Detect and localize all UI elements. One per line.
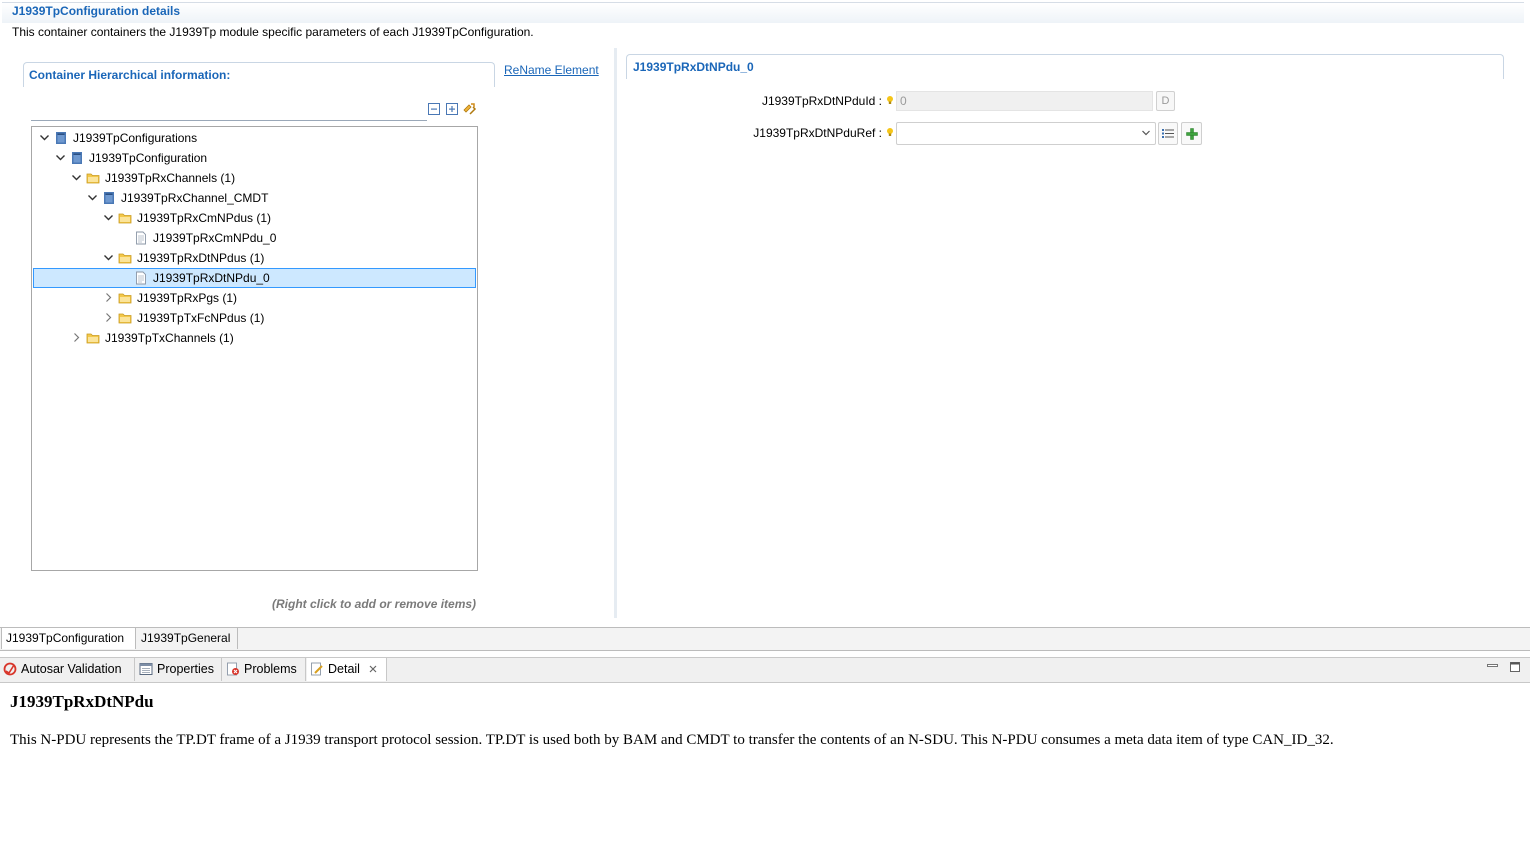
npduid-label: J1939TpRxDtNPduId : <box>761 94 882 108</box>
tree-node-j1939tprxcmnpdus[interactable]: J1939TpRxCmNPdus (1) <box>33 208 476 228</box>
sync-icon[interactable] <box>462 101 477 116</box>
chevron-down-icon[interactable] <box>1141 128 1151 138</box>
tree-node-j1939tprxdtnpdus[interactable]: J1939TpRxDtNPdus (1) <box>33 248 476 268</box>
collapse-all-icon[interactable] <box>428 103 440 115</box>
chevron-down-icon[interactable] <box>55 152 66 163</box>
folder-icon <box>118 253 132 264</box>
chevron-down-icon[interactable] <box>39 132 50 143</box>
close-icon[interactable] <box>368 664 378 674</box>
tree-node-j1939tptxfcnpdus[interactable]: J1939TpTxFcNPdus (1) <box>33 308 476 328</box>
chevron-down-icon[interactable] <box>103 212 114 223</box>
plus-icon <box>1186 128 1198 140</box>
chevron-right-icon[interactable] <box>71 332 82 343</box>
header-bar <box>2 2 1524 23</box>
expand-all-icon[interactable] <box>446 103 458 115</box>
tab-label: Detail <box>328 662 360 676</box>
reference-list-button[interactable] <box>1158 122 1178 145</box>
rename-element-link[interactable]: ReName Element <box>504 63 599 77</box>
lightbulb-icon <box>887 128 893 136</box>
tree-filter-input[interactable] <box>31 98 427 121</box>
tree-node-label: J1939TpRxCmNPdus (1) <box>137 211 272 225</box>
element-section-title: J1939TpRxDtNPdu_0 <box>633 60 754 74</box>
container-icon <box>56 132 66 144</box>
document-icon <box>136 271 146 285</box>
tree-node-label: J1939TpRxCmNPdu_0 <box>153 231 277 245</box>
tree-node-label: J1939TpConfiguration <box>89 151 208 165</box>
tree-node-label: J1939TpRxChannels (1) <box>105 171 236 185</box>
page-title: J1939TpConfiguration details <box>12 4 181 18</box>
tree-node-label: J1939TpConfigurations <box>73 131 198 145</box>
tab-label: Problems <box>244 662 297 676</box>
folder-icon <box>86 333 100 344</box>
folder-icon <box>118 213 132 224</box>
npduid-field[interactable] <box>896 91 1153 111</box>
npduref-label: J1939TpRxDtNPduRef : <box>753 126 882 140</box>
tab-detail[interactable]: Detail <box>307 658 387 681</box>
tree-node-label: J1939TpTxFcNPdus (1) <box>137 311 265 325</box>
npduref-dropdown[interactable] <box>896 122 1156 145</box>
right-click-hint: (Right click to add or remove items) <box>272 597 477 611</box>
document-icon <box>136 231 146 245</box>
detail-description: This N-PDU represents the TP.DT frame of… <box>10 732 1334 748</box>
default-value-button[interactable]: D <box>1156 91 1175 111</box>
minimize-icon[interactable] <box>1487 662 1498 670</box>
tree-node-j1939tprxcmnpdu-0[interactable]: J1939TpRxCmNPdu_0 <box>33 228 476 248</box>
validation-icon <box>3 662 17 676</box>
vertical-splitter[interactable] <box>614 48 617 618</box>
tree-node-label: J1939TpRxDtNPdus (1) <box>137 251 265 265</box>
tree-node-label: J1939TpRxDtNPdu_0 <box>153 271 270 285</box>
tab-label: Properties <box>157 662 214 676</box>
tab-label: Autosar Validation <box>21 662 122 676</box>
add-reference-button[interactable] <box>1181 122 1202 145</box>
chevron-down-icon[interactable] <box>103 252 114 263</box>
tree-node-j1939tpconfigurations[interactable]: J1939TpConfigurations <box>33 128 476 148</box>
properties-icon <box>139 663 153 675</box>
detail-title: J1939TpRxDtNPdu <box>10 692 154 711</box>
tree-node-j1939tptxchannels[interactable]: J1939TpTxChannels (1) <box>33 328 476 348</box>
chevron-right-icon[interactable] <box>103 312 114 323</box>
tree-node-j1939tprxchannels[interactable]: J1939TpRxChannels (1) <box>33 168 476 188</box>
tab-problems[interactable]: Problems <box>223 658 306 681</box>
tab-j1939tpconfiguration[interactable]: J1939TpConfiguration <box>1 628 136 649</box>
problems-icon <box>227 662 239 676</box>
tree-node-j1939tprxdtnpdu-0[interactable]: J1939TpRxDtNPdu_0 <box>33 268 476 288</box>
page-description: This container containers the J1939Tp mo… <box>12 25 534 39</box>
tree-node-j1939tprxpgs[interactable]: J1939TpRxPgs (1) <box>33 288 476 308</box>
container-icon <box>72 152 82 164</box>
chevron-right-icon[interactable] <box>103 292 114 303</box>
maximize-icon[interactable] <box>1510 662 1520 672</box>
folder-icon <box>86 173 100 184</box>
right-section-frame <box>626 54 1504 79</box>
detail-icon <box>311 662 323 676</box>
container-icon <box>104 192 114 204</box>
lightbulb-icon <box>887 96 893 104</box>
folder-icon <box>118 313 132 324</box>
tab-j1939tpgeneral[interactable]: J1939TpGeneral <box>137 628 238 649</box>
tree-node-label: J1939TpTxChannels (1) <box>105 331 234 345</box>
folder-icon <box>118 293 132 304</box>
list-icon <box>1162 129 1174 138</box>
container-hierarchy-title: Container Hierarchical information: <box>29 68 231 82</box>
tree-node-label: J1939TpRxPgs (1) <box>137 291 238 305</box>
tree-node-j1939tprxchannel-cmdt[interactable]: J1939TpRxChannel_CMDT <box>33 188 476 208</box>
chevron-down-icon[interactable] <box>87 192 98 203</box>
tree-node-j1939tpconfiguration[interactable]: J1939TpConfiguration <box>33 148 476 168</box>
tree-node-label: J1939TpRxChannel_CMDT <box>121 191 269 205</box>
tab-properties[interactable]: Properties <box>136 658 222 681</box>
chevron-down-icon[interactable] <box>71 172 82 183</box>
tab-autosar-validation[interactable]: Autosar Validation <box>0 658 135 681</box>
container-tree[interactable]: J1939TpConfigurations J1939TpConfigurati… <box>31 126 478 571</box>
